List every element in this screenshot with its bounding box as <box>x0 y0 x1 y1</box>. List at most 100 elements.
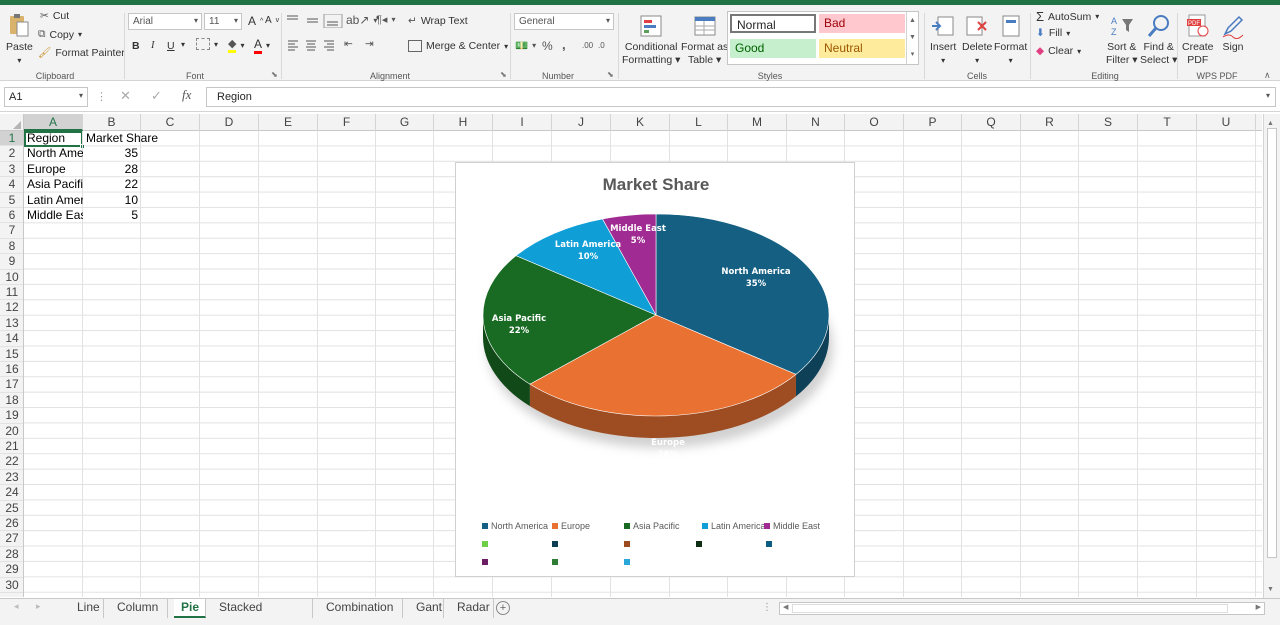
cell-market-share[interactable]: 22 <box>83 177 141 192</box>
row-header[interactable]: 18 <box>0 393 23 409</box>
sheet-tab[interactable]: Stacked Column <box>212 599 313 625</box>
row-header[interactable]: 12 <box>0 300 23 316</box>
font-dialog-launcher[interactable]: ⬊ <box>271 70 278 79</box>
row-header[interactable]: 9 <box>0 254 23 270</box>
enter-icon[interactable]: ✓ <box>151 88 162 104</box>
formula-input[interactable]: Region <box>206 87 1276 107</box>
row-header[interactable]: 25 <box>0 501 23 516</box>
text-direction-button[interactable]: ¶◂ ▾ <box>376 13 395 26</box>
horizontal-align-icons[interactable] <box>288 40 336 51</box>
row-header[interactable]: 5 <box>0 193 23 208</box>
font-name-combo[interactable]: Arial ▾ <box>128 13 202 30</box>
fill-color-button[interactable]: ◆ ▾ <box>228 37 244 53</box>
alignment-dialog-launcher[interactable]: ⬊ <box>500 70 507 79</box>
cell-market-share[interactable]: 28 <box>83 162 141 177</box>
column-header[interactable]: O <box>845 114 904 131</box>
format-cells-button[interactable]: Format ▾ <box>994 13 1027 67</box>
column-header[interactable]: U <box>1197 114 1256 131</box>
merge-center-button[interactable]: Merge & Center ▾ <box>408 40 508 52</box>
scroll-down-arrow[interactable]: ▼ <box>1267 586 1274 593</box>
row-header[interactable]: 26 <box>0 516 23 532</box>
cell-market-share[interactable]: 10 <box>83 193 141 208</box>
row-header[interactable]: 4 <box>0 177 23 193</box>
row-header[interactable]: 15 <box>0 347 23 362</box>
column-header[interactable]: C <box>141 114 200 131</box>
row-header[interactable]: 2 <box>0 146 23 162</box>
indent-buttons[interactable]: ⇤ ⇥ <box>344 38 374 50</box>
tab-split-grip[interactable]: ⋮ <box>762 602 772 613</box>
row-header[interactable]: 20 <box>0 424 23 439</box>
row-header[interactable]: 28 <box>0 547 23 563</box>
add-sheet-icon[interactable]: + <box>496 601 510 615</box>
column-header[interactable]: A <box>24 114 83 131</box>
italic-button[interactable]: I <box>151 40 155 51</box>
row-header[interactable]: 11 <box>0 285 23 301</box>
row-header[interactable]: 13 <box>0 316 23 332</box>
tab-scroll-left[interactable]: ◂ <box>14 601 19 612</box>
format-painter-button[interactable]: 🖌 Format Painter <box>38 46 125 60</box>
collapse-ribbon-button[interactable]: ∧ <box>1264 70 1271 81</box>
style-normal[interactable]: Normal <box>730 14 816 33</box>
cell-region[interactable]: North America <box>24 146 83 161</box>
column-header[interactable]: M <box>728 114 787 131</box>
name-box[interactable]: A1 ▾ <box>4 87 88 107</box>
style-good[interactable]: Good <box>730 39 816 58</box>
cancel-icon[interactable]: ✕ <box>120 88 131 104</box>
column-header[interactable]: G <box>376 114 434 131</box>
sign-button[interactable]: Sign <box>1220 13 1246 54</box>
font-color-button[interactable]: A ▾ <box>254 37 270 54</box>
row-header[interactable]: 21 <box>0 439 23 455</box>
style-neutral[interactable]: Neutral <box>819 39 905 58</box>
column-header[interactable]: R <box>1021 114 1079 131</box>
underline-button[interactable]: U <box>167 40 175 52</box>
column-header[interactable]: L <box>670 114 728 131</box>
row-header[interactable]: 6 <box>0 208 23 224</box>
vertical-align-icons[interactable] <box>286 14 344 28</box>
wrap-text-button[interactable]: ↵ Wrap Text <box>408 15 468 27</box>
column-header[interactable]: Q <box>962 114 1021 131</box>
bold-button[interactable]: B <box>132 40 140 52</box>
column-header[interactable]: J <box>552 114 611 131</box>
row-header[interactable]: 1 <box>0 131 23 147</box>
sheet-tab[interactable]: Line <box>70 599 104 618</box>
column-header[interactable]: K <box>611 114 670 131</box>
row-header[interactable]: 8 <box>0 239 23 255</box>
increase-decimal-button[interactable]: .00 <box>582 41 593 50</box>
cell-region[interactable]: Europe <box>24 162 83 177</box>
cut-button[interactable]: ✂ Cut <box>40 10 69 22</box>
cell-region[interactable]: Latin America <box>24 193 83 208</box>
row-header[interactable]: 24 <box>0 485 23 501</box>
row-header[interactable]: 10 <box>0 270 23 285</box>
create-pdf-button[interactable]: PDF Create PDF <box>1182 13 1214 67</box>
fill-button[interactable]: ⬇ Fill ▾ <box>1036 27 1070 39</box>
comma-style-button[interactable]: , <box>562 37 566 52</box>
column-header[interactable]: D <box>200 114 259 131</box>
sheet-tab[interactable]: Combination <box>319 599 403 618</box>
copy-button[interactable]: ⧉ Copy ▾ <box>38 28 82 41</box>
cell-header-market-share[interactable]: Market Share <box>83 131 203 146</box>
column-header[interactable]: S <box>1079 114 1138 131</box>
underline-dropdown[interactable]: ▾ <box>181 40 185 49</box>
delete-cells-button[interactable]: Delete ▾ <box>962 13 992 67</box>
format-as-table-button[interactable]: Format as Table ▾ <box>681 13 728 67</box>
orientation-button[interactable]: ab↗ ▾ <box>346 13 377 27</box>
insert-function-icon[interactable]: fx <box>182 87 191 103</box>
font-size-combo[interactable]: 11 ▾ <box>204 13 242 30</box>
row-header[interactable]: 17 <box>0 377 23 393</box>
cell-market-share[interactable]: 5 <box>83 208 141 223</box>
grow-font-button[interactable]: A ^ <box>248 14 263 28</box>
scroll-left-arrow[interactable]: ◀ <box>783 603 788 611</box>
horizontal-scrollbar[interactable]: ◀ ▶ <box>779 602 1265 615</box>
shrink-font-button[interactable]: Av <box>265 15 279 26</box>
borders-button[interactable]: ▾ <box>196 38 218 50</box>
row-header[interactable]: 16 <box>0 362 23 378</box>
row-header[interactable]: 30 <box>0 578 23 593</box>
paste-button[interactable]: Paste ▾ <box>6 13 33 67</box>
clear-button[interactable]: ◆ Clear ▾ <box>1036 45 1081 57</box>
vertical-scrollbar[interactable]: ▲ ▼ <box>1263 114 1280 598</box>
column-header[interactable]: H <box>434 114 493 131</box>
percent-style-button[interactable]: % <box>542 39 553 53</box>
expand-formula-bar-button[interactable]: ▾ <box>1266 91 1270 100</box>
column-header[interactable]: N <box>787 114 845 131</box>
row-header[interactable]: 3 <box>0 162 23 178</box>
